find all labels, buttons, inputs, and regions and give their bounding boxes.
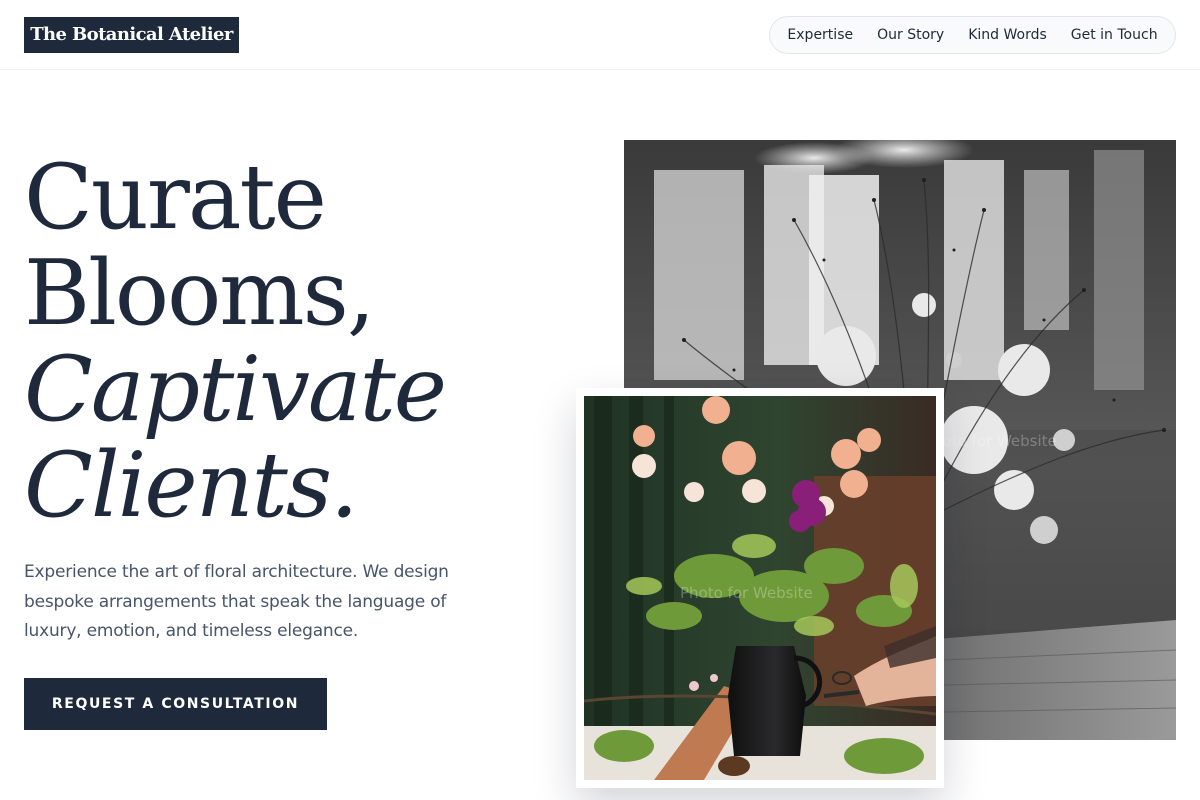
main-nav: Expertise Our Story Kind Words Get in To… <box>769 16 1176 54</box>
headline-line-4: Clients. <box>24 433 359 538</box>
headline-line-1: Curate <box>24 145 327 250</box>
hero-headline: Curate Blooms, Captivate Clients. <box>24 145 447 538</box>
headline-line-2: Blooms, <box>24 241 375 346</box>
nav-item-get-in-touch[interactable]: Get in Touch <box>1071 27 1158 43</box>
hero-photo-front-frame: Photo for Website <box>576 388 944 788</box>
nav-item-kind-words[interactable]: Kind Words <box>968 27 1047 43</box>
hero-description: Experience the art of floral architectur… <box>24 562 449 641</box>
hero-photo-front: Photo for Website <box>584 396 936 780</box>
photo-image-icon <box>584 396 936 780</box>
brand-logo[interactable]: The Botanical Atelier <box>24 17 239 53</box>
site-header: The Botanical Atelier Expertise Our Stor… <box>0 0 1200 70</box>
headline-line-3: Captivate <box>24 337 447 442</box>
nav-item-expertise[interactable]: Expertise <box>787 27 853 43</box>
request-consultation-button[interactable]: REQUEST A CONSULTATION <box>24 678 327 730</box>
nav-item-our-story[interactable]: Our Story <box>877 27 944 43</box>
